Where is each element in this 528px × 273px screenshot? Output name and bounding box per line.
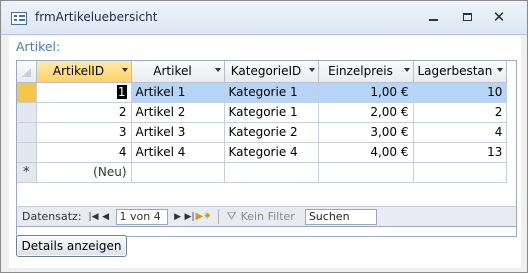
- table-row[interactable]: 4 Artikel 4 Kategorie 4 4,00 € 13: [17, 142, 508, 163]
- cell-new-artikelid[interactable]: (Neu): [36, 162, 132, 183]
- table-row[interactable]: 2 Artikel 2 Kategorie 1 2,00 € 2: [17, 102, 508, 123]
- cell-new-einzelpreis[interactable]: [318, 162, 414, 183]
- maximize-icon: [462, 13, 472, 21]
- datasheet-table: ArtikelID Artikel KategorieID Einzelprei…: [17, 61, 508, 183]
- filter-label: Kein Filter: [240, 210, 295, 223]
- cell-kategorieid[interactable]: Kategorie 1: [224, 82, 319, 103]
- cell-artikelid[interactable]: 3: [36, 122, 132, 143]
- first-record-icon[interactable]: |◀: [88, 212, 100, 222]
- dropdown-arrow-icon[interactable]: [403, 68, 410, 72]
- cell-einzelpreis[interactable]: 2,00 €: [318, 102, 414, 123]
- column-header-lagerbestand[interactable]: Lagerbestan: [413, 61, 508, 83]
- minimize-icon: [428, 19, 438, 21]
- cell-artikel[interactable]: Artikel 3: [131, 122, 225, 143]
- minimize-button[interactable]: [419, 7, 447, 27]
- new-record-icon[interactable]: ▶✷: [196, 211, 212, 222]
- cell-einzelpreis[interactable]: 3,00 €: [318, 122, 414, 143]
- cell-kategorieid[interactable]: Kategorie 4: [224, 142, 319, 163]
- new-record-row[interactable]: * (Neu): [17, 162, 508, 183]
- cell-artikelid[interactable]: 2: [36, 102, 132, 123]
- record-selector[interactable]: [17, 122, 37, 143]
- cell-lagerbestand[interactable]: 2: [413, 102, 508, 123]
- column-header-artikel[interactable]: Artikel: [131, 61, 225, 83]
- record-selector[interactable]: [17, 102, 37, 123]
- record-selector[interactable]: [17, 82, 37, 103]
- previous-record-icon[interactable]: ◀: [100, 212, 112, 222]
- header-row: ArtikelID Artikel KategorieID Einzelprei…: [17, 61, 508, 83]
- form-body: Artikel: ArtikelID Artikel KategorieID E…: [9, 36, 521, 268]
- column-header-kategorieid[interactable]: KategorieID: [224, 61, 319, 83]
- cell-new-kategorieid[interactable]: [224, 162, 319, 183]
- cell-einzelpreis[interactable]: 1,00 €: [318, 82, 414, 103]
- next-record-icon[interactable]: ▶: [172, 212, 184, 222]
- cell-new-artikel[interactable]: [131, 162, 225, 183]
- table-row[interactable]: 1 Artikel 1 Kategorie 1 1,00 € 10: [17, 82, 508, 103]
- cell-kategorieid[interactable]: Kategorie 1: [224, 102, 319, 123]
- cell-einzelpreis[interactable]: 4,00 €: [318, 142, 414, 163]
- cell-artikel[interactable]: Artikel 1: [131, 82, 225, 103]
- current-record-field[interactable]: 1 von 4: [115, 208, 168, 225]
- record-navigation-bar: Datensatz: |◀ ◀ 1 von 4 ▶ ▶| ▶✷ ⛛ Kein F…: [16, 206, 517, 227]
- search-input[interactable]: Suchen: [304, 208, 377, 225]
- cell-lagerbestand[interactable]: 10: [413, 82, 508, 103]
- cell-artikel[interactable]: Artikel 4: [131, 142, 225, 163]
- dropdown-arrow-icon[interactable]: [308, 68, 315, 72]
- cell-artikelid[interactable]: 4: [36, 142, 132, 163]
- select-all-corner[interactable]: [17, 61, 37, 83]
- record-selector[interactable]: [17, 142, 37, 163]
- cell-kategorieid[interactable]: Kategorie 2: [224, 122, 319, 143]
- close-button[interactable]: ✕: [485, 7, 513, 27]
- cell-lagerbestand[interactable]: 13: [413, 142, 508, 163]
- column-header-artikelid[interactable]: ArtikelID: [36, 61, 132, 83]
- cell-new-lagerbestand[interactable]: [413, 162, 508, 183]
- filter-toggle[interactable]: ⛛ Kein Filter: [227, 209, 295, 224]
- title-bar[interactable]: frmArtikeluebersicht ✕: [1, 1, 527, 35]
- cell-artikel[interactable]: Artikel 2: [131, 102, 225, 123]
- window-title: frmArtikeluebersicht: [35, 10, 158, 24]
- filter-icon: ⛛: [226, 209, 237, 223]
- record-nav-label: Datensatz:: [22, 210, 82, 223]
- maximize-button[interactable]: [453, 7, 481, 27]
- new-record-selector[interactable]: *: [17, 162, 37, 183]
- cell-lagerbestand[interactable]: 4: [413, 122, 508, 143]
- cell-artikelid[interactable]: 1: [36, 82, 132, 103]
- separator: [217, 209, 219, 224]
- table-row[interactable]: 3 Artikel 3 Kategorie 2 3,00 € 4: [17, 122, 508, 143]
- column-header-einzelpreis[interactable]: Einzelpreis: [318, 61, 414, 83]
- dropdown-arrow-icon[interactable]: [121, 68, 128, 72]
- new-record-star-icon: *: [23, 164, 30, 180]
- last-record-icon[interactable]: ▶|: [184, 212, 196, 222]
- form-icon: [11, 12, 27, 25]
- dropdown-arrow-icon[interactable]: [497, 68, 504, 72]
- dropdown-arrow-icon[interactable]: [214, 68, 221, 72]
- close-icon: ✕: [492, 8, 506, 26]
- access-form-window: frmArtikeluebersicht ✕ Artikel: ArtikelI…: [0, 0, 528, 273]
- details-button[interactable]: Details anzeigen: [16, 235, 127, 257]
- section-label: Artikel:: [16, 39, 61, 54]
